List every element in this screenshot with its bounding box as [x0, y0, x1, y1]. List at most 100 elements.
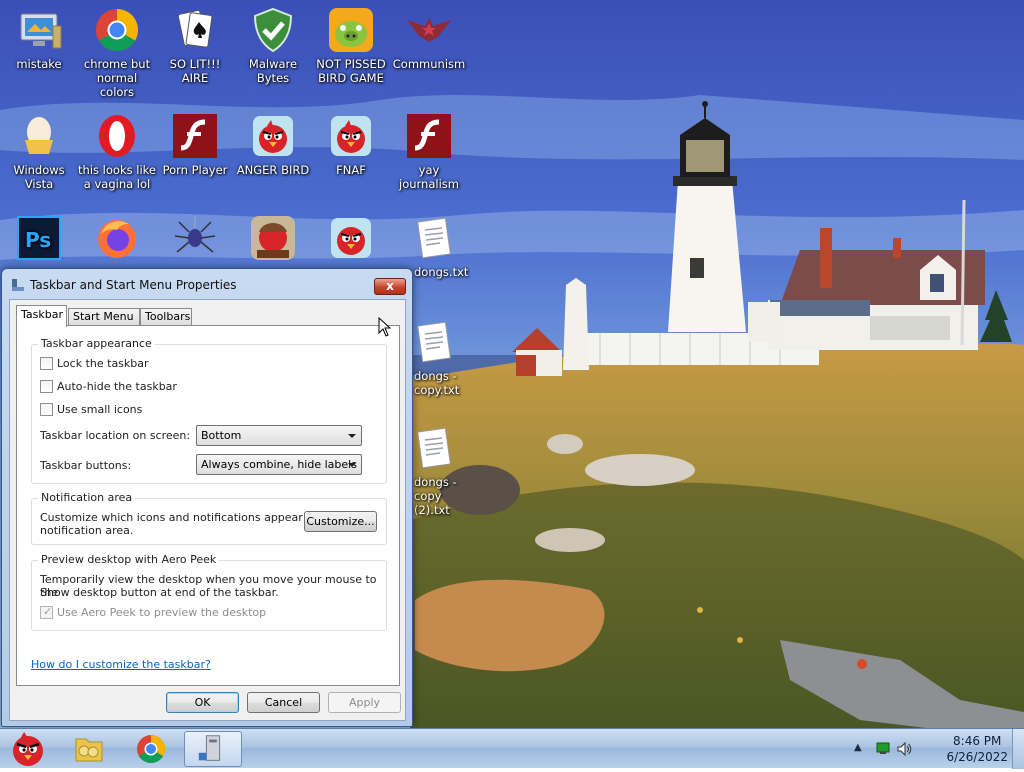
- desktop-icon-spider-solitaire[interactable]: [156, 214, 234, 265]
- cancel-button[interactable]: Cancel: [247, 692, 320, 713]
- desktop-icon-communism[interactable]: Communism: [390, 6, 468, 71]
- system-tray: ▲ 8:46 PM 6/26/2022: [854, 729, 1024, 769]
- tab-start-menu[interactable]: Start Menu: [68, 308, 140, 326]
- show-desktop-button[interactable]: [1012, 729, 1024, 769]
- taskbar-chrome-button[interactable]: [122, 731, 180, 767]
- dialog-titlebar[interactable]: Taskbar and Start Menu Properties x: [2, 269, 412, 299]
- checkbox-box[interactable]: [40, 605, 53, 619]
- tab-toolbars[interactable]: Toolbars: [140, 308, 192, 326]
- chrome-icon: [137, 735, 165, 763]
- taskbar-buttons-select[interactable]: Always combine, hide labels: [196, 454, 362, 475]
- taskbar-appearance-group: Taskbar appearance Lock the taskbar Auto…: [31, 337, 387, 484]
- egg-icon: [25, 117, 53, 154]
- clock-date: 6/26/2022: [946, 750, 1008, 764]
- desktop-icon-label: Malware Bytes: [248, 57, 298, 85]
- solitaire-icon: [177, 9, 213, 48]
- computer-tower-icon: [198, 735, 221, 761]
- clock-time: 8:46 PM: [953, 734, 1002, 748]
- firefox-icon: [98, 220, 136, 258]
- taskbar-buttons-label: Taskbar buttons:: [40, 459, 132, 472]
- spider-solitaire-icon: [174, 216, 216, 253]
- apply-button[interactable]: Apply: [328, 692, 401, 713]
- angry-bird-icon: [331, 218, 371, 258]
- desktop-icon-label: chrome but normal colors: [83, 57, 151, 99]
- angry-bird-icon: [331, 116, 371, 156]
- aero-peek-description-line2: Show desktop button at end of the taskba…: [40, 586, 279, 599]
- text-file-icon: [417, 217, 451, 259]
- dialog-client-area: Taskbar Start Menu Toolbars Taskbar appe…: [9, 299, 406, 721]
- aero-peek-group: Preview desktop with Aero Peek Temporari…: [31, 553, 387, 631]
- dialog-title: Taskbar and Start Menu Properties: [30, 278, 237, 292]
- taskbar-location-select[interactable]: Bottom: [196, 425, 362, 446]
- taskbar-tab-panel: Taskbar appearance Lock the taskbar Auto…: [16, 325, 400, 686]
- group-title: Notification area: [38, 491, 136, 504]
- desktop-icon-fnaf[interactable]: FNAF: [312, 112, 390, 177]
- folder-icon: [75, 738, 103, 762]
- text-file-icon: [417, 321, 451, 363]
- desktop-icon-angry-birds-seasons[interactable]: [234, 214, 312, 265]
- checkbox-box[interactable]: [40, 380, 53, 393]
- angry-bird-icon: [13, 732, 43, 766]
- shield-icon: [253, 7, 293, 53]
- desktop-icon-firefox[interactable]: [78, 214, 156, 265]
- checkbox-box[interactable]: [40, 403, 53, 416]
- desktop-icon-mistake[interactable]: mistake: [0, 6, 78, 71]
- chevron-down-icon: [348, 434, 356, 438]
- desktop-icon-label: NOT PISSED BIRD GAME: [316, 57, 386, 85]
- taskbar-properties-dialog: Taskbar and Start Menu Properties x Task…: [1, 268, 413, 727]
- desktop-icon-malwarebytes[interactable]: Malware Bytes: [234, 6, 312, 85]
- ok-button[interactable]: OK: [166, 692, 239, 713]
- clock[interactable]: 8:46 PM 6/26/2022: [946, 733, 1008, 765]
- text-file-icon: [417, 427, 451, 469]
- desktop-icon-label: Windows Vista: [13, 163, 65, 191]
- arrow-up-icon[interactable]: ▲: [854, 742, 862, 753]
- svg-text:Ps: Ps: [25, 228, 51, 252]
- taskbar-folder-button[interactable]: [60, 731, 118, 767]
- checkbox-label: Auto-hide the taskbar: [57, 380, 177, 393]
- select-value: Bottom: [201, 429, 242, 442]
- desktop-icon-windows-vista[interactable]: Windows Vista: [0, 112, 78, 191]
- chrome-icon: [95, 8, 139, 52]
- select-value: Always combine, hide labels: [201, 458, 357, 471]
- desktop-icon-label: Communism: [392, 57, 466, 71]
- desktop-icon-label: FNAF: [336, 163, 366, 177]
- desktop-icon-solitaire[interactable]: SO LIT!!! AIRE: [156, 6, 234, 85]
- notification-area-group: Notification area Customize which icons …: [31, 491, 387, 545]
- flash-icon: [173, 114, 217, 158]
- desktop-icon-label: SO LIT!!! AIRE: [169, 57, 221, 85]
- checkbox-label: Lock the taskbar: [57, 357, 149, 370]
- desktop-icon-photoshop[interactable]: Ps: [0, 214, 78, 265]
- opera-icon: [99, 115, 135, 157]
- mouse-cursor-icon: [378, 317, 392, 337]
- notification-description-line2: notification area.: [40, 524, 134, 537]
- network-icon[interactable]: [876, 741, 890, 755]
- taskbar-settings-icon: [12, 279, 24, 291]
- tab-taskbar[interactable]: Taskbar: [16, 305, 67, 327]
- desktop-icon-bad-piggies[interactable]: NOT PISSED BIRD GAME: [312, 6, 390, 85]
- desktop-icon-label: ANGER BIRD: [236, 163, 310, 177]
- desktop-icon-anger-bird[interactable]: ANGER BIRD: [234, 112, 312, 177]
- desktop-icon-yay-journalism[interactable]: yay journalism: [390, 112, 468, 191]
- taskbar-properties-button[interactable]: [184, 731, 242, 767]
- desktop-icon-porn-player[interactable]: Porn Player: [156, 112, 234, 177]
- checkbox-label: Use small icons: [57, 403, 143, 416]
- help-link[interactable]: How do I customize the taskbar?: [31, 658, 211, 671]
- checkbox-label: Use Aero Peek to preview the desktop: [57, 606, 267, 619]
- computer-icon: [20, 13, 62, 49]
- desktop-icon-angry-birds[interactable]: [312, 214, 390, 265]
- close-icon: x: [386, 279, 394, 293]
- volume-icon[interactable]: [896, 741, 912, 757]
- customize-button[interactable]: Customize...: [304, 511, 377, 532]
- desktop-icon-label: yay journalism: [399, 163, 459, 191]
- close-button[interactable]: x: [374, 278, 406, 295]
- notification-description-line1: Customize which icons and notifications …: [40, 511, 338, 524]
- desktop-icon-chrome[interactable]: chrome but normal colors: [78, 6, 156, 99]
- checkbox-box[interactable]: [40, 357, 53, 370]
- desktop-icon-opera[interactable]: this looks like a vagina lol: [78, 112, 156, 191]
- desktop-icon-label: this looks like a vagina lol: [78, 163, 156, 191]
- start-button[interactable]: [2, 729, 52, 769]
- taskbar: ▲ 8:46 PM 6/26/2022: [0, 728, 1024, 769]
- photoshop-icon: Ps: [17, 216, 61, 260]
- desktop-icon-label: mistake: [16, 57, 62, 71]
- taskbar-location-label: Taskbar location on screen:: [40, 429, 191, 442]
